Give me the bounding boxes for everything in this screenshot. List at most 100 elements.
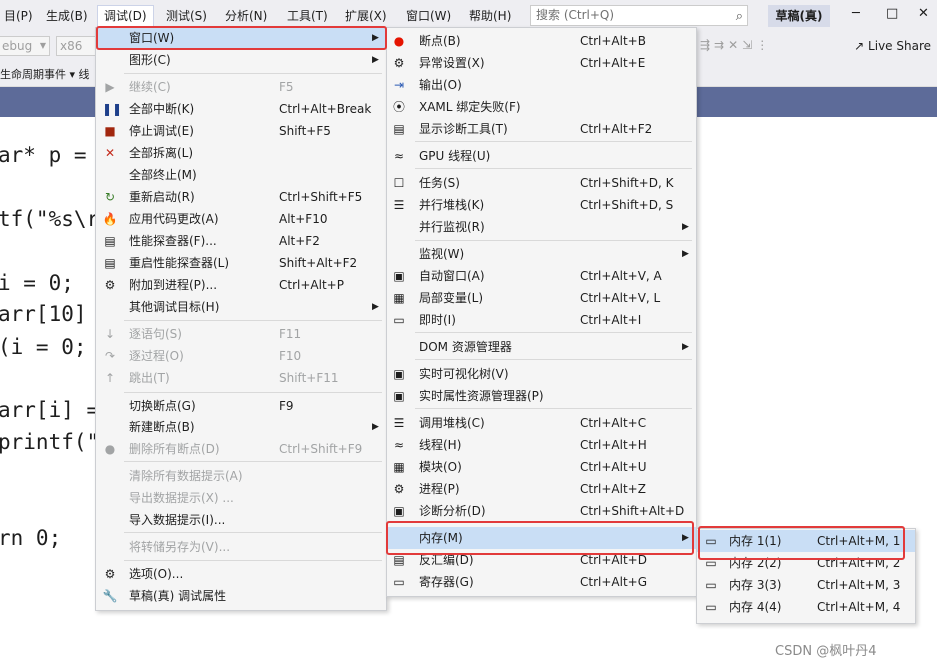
window-item-21[interactable]: 内存(M) ▶ (387, 527, 696, 549)
menu-item-shortcut: F10 (279, 349, 302, 363)
window-item-19[interactable]: ⚙ 进程(P) Ctrl+Alt+Z (387, 478, 696, 500)
menu-separator (124, 560, 382, 561)
debug-item-0[interactable]: 窗口(W) ▶ (96, 27, 386, 49)
window-item-8[interactable]: 并行监视(R) ▶ (387, 216, 696, 238)
debug-item-19[interactable]: 清除所有数据提示(A) (96, 465, 386, 487)
window-item-23[interactable]: ▭ 寄存器(G) Ctrl+Alt+G (387, 571, 696, 593)
debug-item-1[interactable]: 图形(C) ▶ (96, 49, 386, 71)
memory-item-1[interactable]: ▭ 内存 2(2) Ctrl+Alt+M, 2 (697, 552, 915, 574)
menu-item-label: 应用代码更改(A) (129, 212, 219, 226)
debug-item-23[interactable]: ⚙ 选项(O)... (96, 563, 386, 585)
memory-item-3[interactable]: ▭ 内存 4(4) Ctrl+Alt+M, 4 (697, 596, 915, 618)
debug-item-14[interactable]: ↷ 逐过程(O) F10 (96, 345, 386, 367)
debug-item-9[interactable]: ▤ 性能探查器(F)... Alt+F2 (96, 230, 386, 252)
configuration-combo[interactable]: ebug ▼ (0, 36, 50, 56)
debug-item-10[interactable]: ▤ 重启性能探查器(L) Shift+Alt+F2 (96, 252, 386, 274)
window-item-0[interactable]: ● 断点(B) Ctrl+Alt+B (387, 30, 696, 52)
menu-item-shortcut: Shift+F11 (279, 371, 339, 385)
debug-item-11[interactable]: ⚙ 附加到进程(P)... Ctrl+Alt+P (96, 274, 386, 296)
menu-item-label: 图形(C) (129, 53, 171, 67)
debug-item-18[interactable]: ● 删除所有断点(D) Ctrl+Shift+F9 (96, 438, 386, 460)
menu-item-label: 寄存器(G) (419, 575, 474, 589)
menu-tools[interactable]: 工具(T) (285, 6, 330, 26)
menu-item-label: 线程(H) (419, 438, 462, 452)
detach-icon: ✕ (104, 146, 116, 160)
hot-reload-icon: 🔥 (102, 212, 118, 226)
debug-item-7[interactable]: ↻ 重新启动(R) Ctrl+Shift+F5 (96, 186, 386, 208)
menu-item-label: 逐过程(O) (129, 349, 184, 363)
debug-item-3[interactable]: ❚❚ 全部中断(K) Ctrl+Alt+Break (96, 98, 386, 120)
minimize-icon[interactable]: ─ (852, 6, 860, 21)
debug-item-12[interactable]: 其他调试目标(H) ▶ (96, 296, 386, 318)
window-item-20[interactable]: ▣ 诊断分析(D) Ctrl+Shift+Alt+D (387, 500, 696, 522)
window-item-2[interactable]: ⇥ 输出(O) (387, 74, 696, 96)
debug-item-4[interactable]: ■ 停止调试(E) Shift+F5 (96, 120, 386, 142)
maximize-icon[interactable]: □ (886, 6, 898, 21)
window-item-4[interactable]: ▤ 显示诊断工具(T) Ctrl+Alt+F2 (387, 118, 696, 140)
debug-item-6[interactable]: 全部终止(M) (96, 164, 386, 186)
menu-item-label: GPU 线程(U) (419, 149, 491, 163)
menu-analyze[interactable]: 分析(N) (223, 6, 269, 26)
window-item-13[interactable]: DOM 资源管理器 ▶ (387, 336, 696, 358)
window-item-14[interactable]: ▣ 实时可视化树(V) (387, 363, 696, 385)
window-item-9[interactable]: 监视(W) ▶ (387, 243, 696, 265)
debug-item-2[interactable]: ▶ 继续(C) F5 (96, 76, 386, 98)
window-item-18[interactable]: ▦ 模块(O) Ctrl+Alt+U (387, 456, 696, 478)
window-item-11[interactable]: ▦ 局部变量(L) Ctrl+Alt+V, L (387, 287, 696, 309)
analysis-icon: ▣ (393, 504, 405, 518)
debug-item-15[interactable]: ↑ 跳出(T) Shift+F11 (96, 367, 386, 389)
menu-item-label: 自动窗口(A) (419, 269, 485, 283)
pause-icon: ❚❚ (102, 102, 123, 116)
window-item-3[interactable]: ⦿ XAML 绑定失败(F) (387, 96, 696, 118)
debug-item-20[interactable]: 导出数据提示(X) ... (96, 487, 386, 509)
menu-item-shortcut: Alt+F10 (279, 212, 328, 226)
close-icon[interactable]: ✕ (918, 6, 929, 21)
stop-icon: ■ (104, 124, 116, 138)
call-stack-icon: ☰ (393, 416, 405, 430)
menu-window[interactable]: 窗口(W) (404, 6, 453, 26)
menu-test[interactable]: 测试(S) (164, 6, 209, 26)
memory-item-0[interactable]: ▭ 内存 1(1) Ctrl+Alt+M, 1 (697, 530, 915, 552)
menu-help[interactable]: 帮助(H) (467, 6, 513, 26)
window-item-10[interactable]: ▣ 自动窗口(A) Ctrl+Alt+V, A (387, 265, 696, 287)
memory-item-2[interactable]: ▭ 内存 3(3) Ctrl+Alt+M, 3 (697, 574, 915, 596)
debug-item-13[interactable]: ↓ 逐语句(S) F11 (96, 323, 386, 345)
debug-item-21[interactable]: 导入数据提示(I)... (96, 509, 386, 531)
search-input[interactable]: 搜索 (Ctrl+Q) ⌕ (530, 5, 748, 26)
window-item-22[interactable]: ▤ 反汇编(D) Ctrl+Alt+D (387, 549, 696, 571)
debug-item-24[interactable]: 🔧 草稿(真) 调试属性 (96, 585, 386, 607)
menu-item-label: 切换断点(G) (129, 399, 196, 413)
submenu-arrow-icon: ▶ (372, 55, 379, 65)
menu-item-label: 模块(O) (419, 460, 462, 474)
window-item-1[interactable]: ⚙ 异常设置(X) Ctrl+Alt+E (387, 52, 696, 74)
menu-item-shortcut: Ctrl+Alt+V, L (580, 291, 661, 305)
chevron-down-icon: ▼ (39, 41, 46, 50)
window-item-12[interactable]: ▭ 即时(I) Ctrl+Alt+I (387, 309, 696, 331)
wrench-icon: 🔧 (102, 589, 118, 603)
window-item-17[interactable]: ≈ 线程(H) Ctrl+Alt+H (387, 434, 696, 456)
menu-item-label: 其他调试目标(H) (129, 300, 220, 314)
window-item-15[interactable]: ▣ 实时属性资源管理器(P) (387, 385, 696, 407)
debug-item-16[interactable]: 切换断点(G) F9 (96, 395, 386, 417)
window-item-6[interactable]: ☐ 任务(S) Ctrl+Shift+D, K (387, 172, 696, 194)
solution-name-button[interactable]: 草稿(真) (768, 5, 830, 27)
submenu-arrow-icon: ▶ (682, 533, 689, 543)
menu-item-shortcut: Ctrl+Alt+P (279, 278, 344, 292)
lifecycle-events-label[interactable]: 生命周期事件 ▾ 线 (0, 66, 90, 82)
window-item-16[interactable]: ☰ 调用堆栈(C) Ctrl+Alt+C (387, 412, 696, 434)
menu-item-label: 并行监视(R) (419, 220, 485, 234)
debug-item-22[interactable]: 将转储另存为(V)... (96, 536, 386, 558)
debug-item-17[interactable]: 新建断点(B) ▶ (96, 416, 386, 438)
window-item-5[interactable]: ≈ GPU 线程(U) (387, 145, 696, 167)
menu-item-shortcut: Ctrl+Alt+M, 3 (817, 578, 901, 592)
menu-extensions[interactable]: 扩展(X) (343, 6, 389, 26)
menu-project[interactable]: 目(P) (2, 6, 35, 26)
menu-build[interactable]: 生成(B) (44, 6, 90, 26)
live-share-button[interactable]: ↗ Live Share (854, 39, 931, 53)
debug-item-5[interactable]: ✕ 全部拆离(L) (96, 142, 386, 164)
live-share-label: Live Share (868, 39, 931, 53)
menu-item-label: 调用堆栈(C) (419, 416, 485, 430)
search-icon: ⌕ (735, 9, 743, 24)
debug-item-8[interactable]: 🔥 应用代码更改(A) Alt+F10 (96, 208, 386, 230)
window-item-7[interactable]: ☰ 并行堆栈(K) Ctrl+Shift+D, S (387, 194, 696, 216)
